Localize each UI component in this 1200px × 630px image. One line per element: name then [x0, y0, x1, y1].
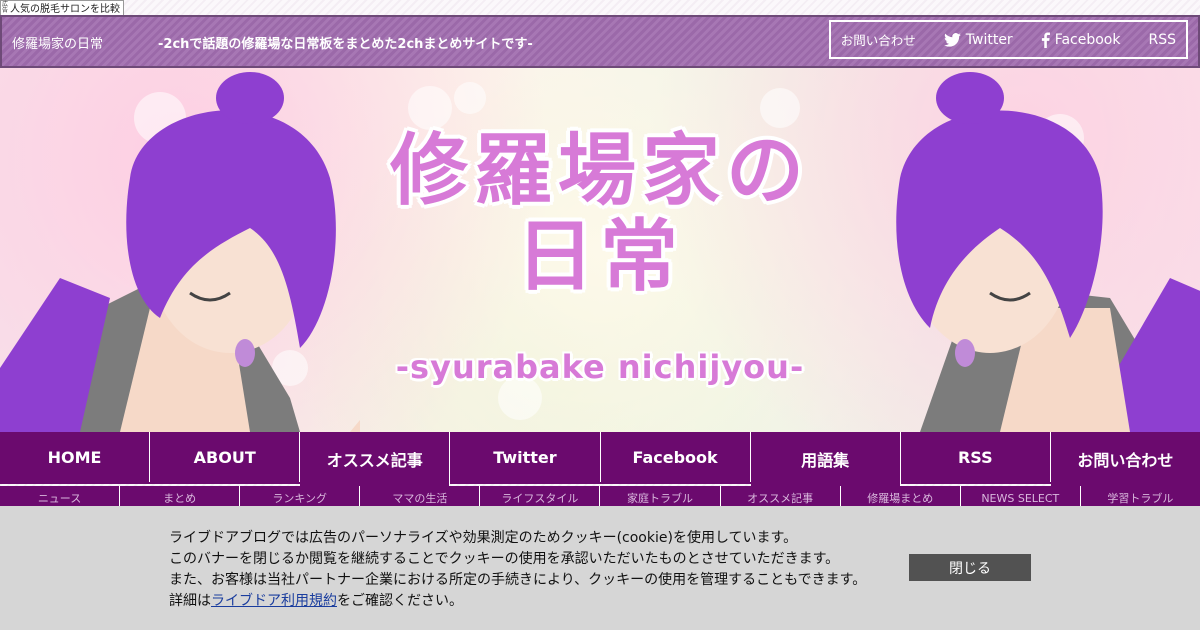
cookie-banner: ライブドアブログでは広告のパーソナライズや効果測定のためクッキー(cookie)… — [0, 506, 1200, 630]
cookie-line: このバナーを閉じるか閲覧を継続することでクッキーの使用を承認いただいたものとさせ… — [169, 551, 840, 567]
nav-item-about[interactable]: ABOUT — [150, 432, 301, 482]
nav-item-recommended[interactable]: オススメ記事 — [300, 432, 451, 486]
cookie-line: ライブドアブログでは広告のパーソナライズや効果測定のためクッキー(cookie)… — [169, 530, 798, 546]
nav-item-contact[interactable]: お問い合わせ — [1050, 432, 1200, 486]
cookie-close-button[interactable]: 閉じる — [909, 554, 1031, 581]
ad-strip: 広告 人気の脱毛サロンを比較 — [0, 0, 124, 16]
cookie-line4-suffix: をご確認ください。 — [337, 593, 463, 609]
contact-label: お問い合わせ — [840, 33, 916, 48]
rss-label: RSS — [1148, 31, 1176, 48]
facebook-icon — [1041, 31, 1050, 48]
ad-link[interactable]: 広告 人気の脱毛サロンを比較 — [0, 0, 124, 16]
nav-item-home[interactable]: HOME — [0, 432, 151, 482]
primary-nav: HOME ABOUT オススメ記事 Twitter Facebook 用語集 R… — [0, 432, 1200, 486]
ad-pr-label: 広告 — [2, 0, 9, 14]
hero-subtitle: -syurabake nichijyou- — [395, 348, 805, 386]
ad-text: 人気の脱毛サロンを比較 — [10, 4, 120, 15]
hero-title-line2: 日常 — [515, 212, 684, 302]
nav-item-twitter[interactable]: Twitter — [450, 432, 601, 482]
cookie-line4-prefix: 詳細は — [169, 593, 211, 609]
terms-link[interactable]: ライブドア利用規約 — [211, 593, 337, 609]
nav-item-rss[interactable]: RSS — [901, 432, 1051, 482]
cookie-message: ライブドアブログでは広告のパーソナライズや効果測定のためクッキー(cookie)… — [169, 528, 866, 612]
rss-link[interactable]: RSS — [1148, 32, 1176, 48]
nav-item-facebook[interactable]: Facebook — [601, 432, 751, 482]
cookie-line: また、お客様は当社パートナー企業における所定の手続きにより、クッキーの使用を管理… — [169, 572, 867, 588]
hero-title-line1: 修羅場家の — [389, 126, 810, 216]
twitter-link[interactable]: Twitter — [943, 31, 1013, 48]
twitter-icon — [943, 32, 961, 47]
nav-item-glossary[interactable]: 用語集 — [750, 432, 901, 486]
hero-banner[interactable]: 修羅場家の 日常 -syurabake nichijyou- — [0, 68, 1200, 432]
site-name-link[interactable]: 修羅場家の日常 — [12, 33, 103, 52]
site-header: 修羅場家の日常 -2chで話題の修羅場な日常板をまとめた2chまとめサイトです-… — [0, 15, 1200, 68]
hero-title: 修羅場家の 日常 — [0, 128, 1200, 300]
cookie-line: 詳細はライブドア利用規約をご確認ください。 — [169, 591, 866, 612]
site-tagline: -2chで話題の修羅場な日常板をまとめた2chまとめサイトです- — [158, 37, 533, 52]
contact-link[interactable]: お問い合わせ — [841, 30, 916, 49]
twitter-label: Twitter — [965, 31, 1013, 48]
facebook-label: Facebook — [1054, 31, 1121, 48]
facebook-link[interactable]: Facebook — [1041, 31, 1121, 48]
header-links: お問い合わせ Twitter Facebook RSS — [828, 20, 1188, 59]
